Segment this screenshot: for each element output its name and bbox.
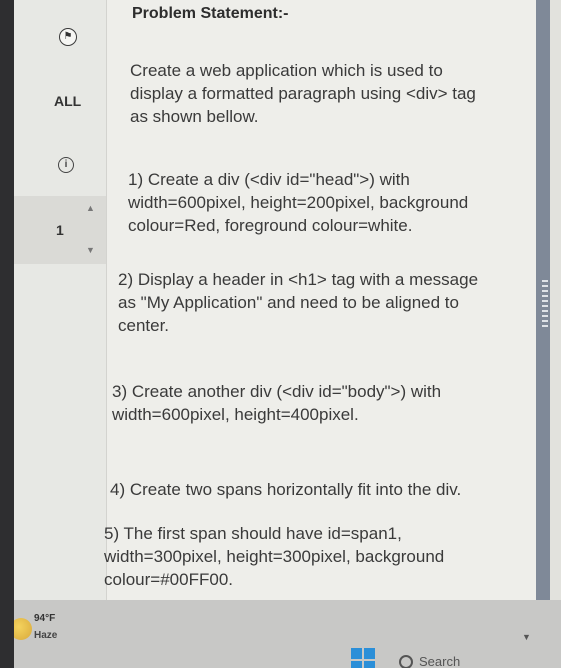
- chevron-down-icon[interactable]: ▼: [86, 245, 95, 255]
- requirement-2: 2) Display a header in <h1> tag with a m…: [118, 270, 479, 335]
- problem-title: Problem Statement:-: [132, 5, 289, 22]
- search-label: Search: [419, 654, 461, 668]
- requirement-4: 4) Create two spans horizontally fit int…: [110, 480, 462, 499]
- problem-intro: Create a web application which is used t…: [130, 61, 476, 126]
- weather-temperature[interactable]: 94°F: [34, 613, 55, 624]
- flag-icon[interactable]: ⚑: [59, 28, 77, 46]
- scrollbar-grip[interactable]: [542, 280, 548, 330]
- chevron-up-icon[interactable]: ▲: [86, 203, 95, 213]
- window-edge: [550, 0, 561, 600]
- search-icon: [399, 655, 413, 668]
- question-number: 1: [56, 222, 64, 238]
- question-sidebar: [14, 0, 106, 600]
- filter-all[interactable]: ALL: [54, 93, 81, 109]
- requirement-5: 5) The first span should have id=span1, …: [104, 524, 445, 589]
- weather-condition[interactable]: Haze: [34, 630, 57, 641]
- info-icon[interactable]: i: [58, 157, 74, 173]
- windows-icon[interactable]: [351, 648, 375, 668]
- exam-window: ⚑ ALL i ▲ 1 ▼ Problem Statement:- Create…: [14, 0, 561, 668]
- taskbar: [14, 600, 561, 668]
- requirement-1: 1) Create a div (<div id="head">) with w…: [128, 170, 469, 235]
- requirement-3: 3) Create another div (<div id="body">) …: [112, 382, 442, 424]
- sidebar-divider: [106, 0, 107, 600]
- chevron-down-icon[interactable]: ▼: [522, 632, 531, 642]
